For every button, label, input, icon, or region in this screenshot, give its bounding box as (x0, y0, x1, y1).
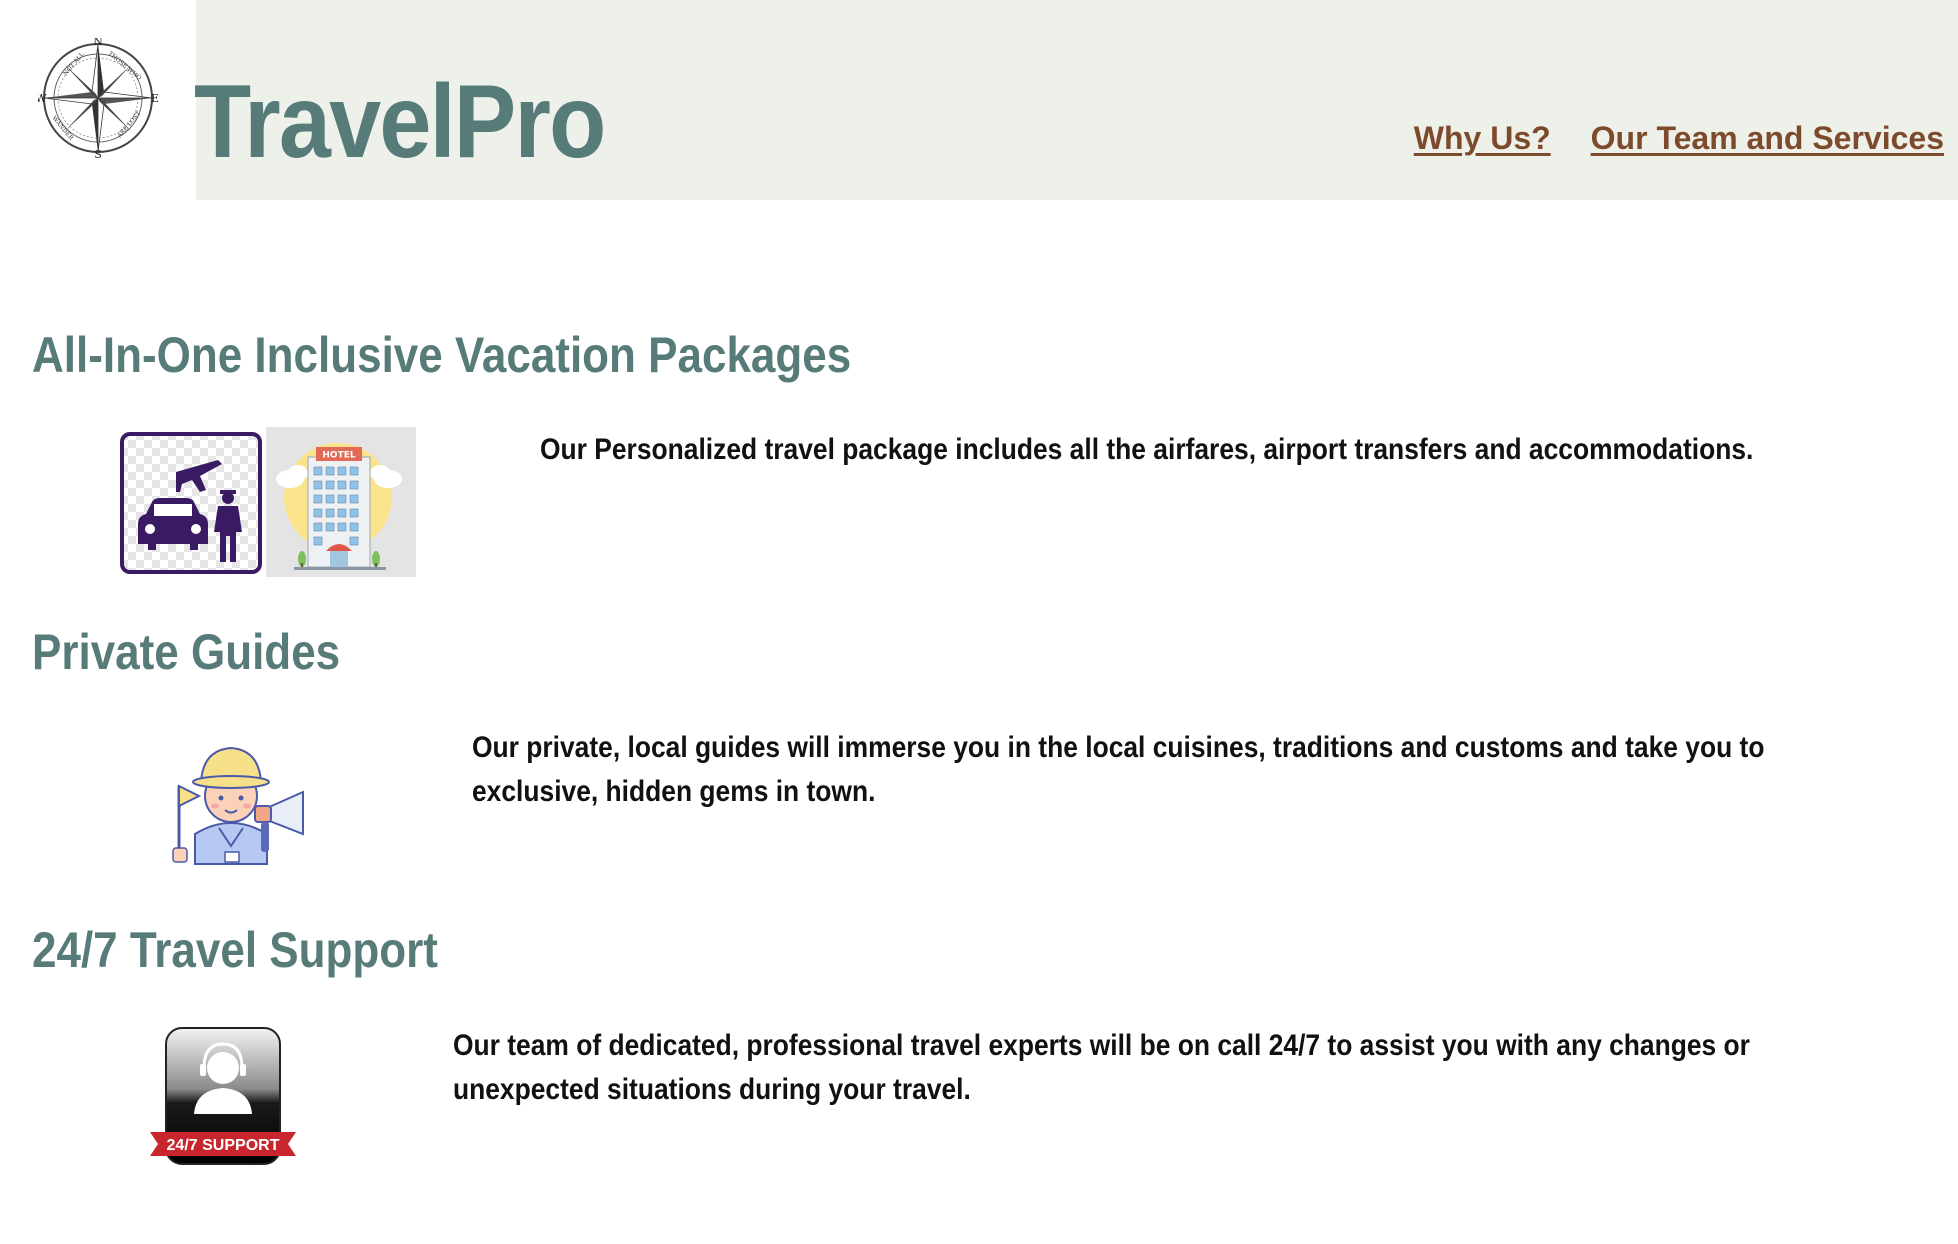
airport-transfer-icon (120, 432, 262, 579)
site-header: N S W E NOT ALL THOSE WHO WANDER ARE LOS… (0, 0, 1958, 200)
logo-letter-w: W (38, 92, 47, 105)
logo[interactable]: N S W E NOT ALL THOSE WHO WANDER ARE LOS… (0, 0, 196, 200)
section-text-packages: Our Personalized travel package includes… (540, 433, 1754, 466)
logo-ring-text: ARE LOST (116, 110, 143, 140)
section-title-packages: All-In-One Inclusive Vacation Packages (32, 327, 852, 383)
brand-title[interactable]: TravelPro (194, 70, 606, 174)
logo-letter-s: S (94, 148, 102, 158)
main-nav: Why Us? Our Team and Services (1414, 120, 1944, 157)
logo-letter-n: N (93, 38, 103, 48)
tour-guide-icon (155, 730, 311, 875)
nav-link-why-us[interactable]: Why Us? (1414, 120, 1551, 157)
section-text-guides: Our private, local guides will immerse y… (472, 731, 1765, 808)
logo-letter-e: E (151, 92, 158, 105)
hotel-icon: HOTEL (266, 427, 416, 582)
logo-ring-text: THOSE WHO (107, 50, 143, 82)
support-badge-text: 24/7 SUPPORT (167, 1137, 280, 1154)
compass-rose-icon: N S W E NOT ALL THOSE WHO WANDER ARE LOS… (38, 38, 158, 158)
section-text-support: Our team of dedicated, professional trav… (453, 1029, 1750, 1106)
section-title-support: 24/7 Travel Support (32, 922, 438, 978)
hotel-sign-text: HOTEL (322, 451, 355, 461)
section-title-guides: Private Guides (32, 624, 341, 680)
nav-link-team-services[interactable]: Our Team and Services (1591, 120, 1944, 157)
support-agent-icon: 24/7 SUPPORT (148, 1024, 298, 1173)
